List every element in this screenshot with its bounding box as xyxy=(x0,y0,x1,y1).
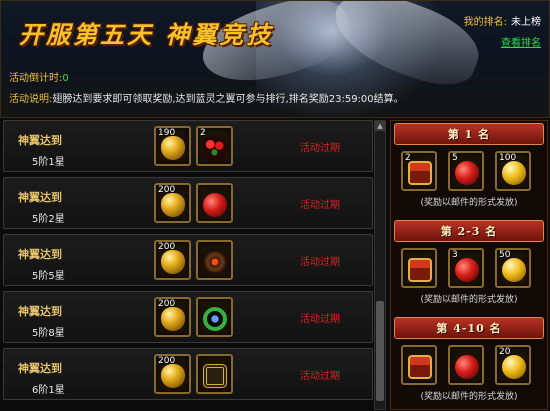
apple-icon xyxy=(455,355,479,379)
countdown-value: 0 xyxy=(62,73,69,84)
reward-slot[interactable]: 2 xyxy=(196,126,233,166)
my-rank-label: 我的排名: xyxy=(463,17,507,28)
item-count: 2 xyxy=(200,128,206,138)
reward-slot[interactable]: 2 xyxy=(401,151,437,191)
gold-egg-icon xyxy=(161,307,185,331)
reward-slot[interactable] xyxy=(196,183,233,223)
tier-title: 第 4-10 名 xyxy=(394,317,544,339)
reward-slot[interactable] xyxy=(448,345,484,385)
chest-icon xyxy=(408,355,432,379)
task-name: 神翼达到 xyxy=(18,248,62,261)
task-requirement: 5阶5星 xyxy=(32,271,65,282)
my-rank: 我的排名: 未上榜 查看排名 xyxy=(464,13,541,49)
amulet-icon xyxy=(203,250,227,274)
my-rank-value: 未上榜 xyxy=(511,17,541,28)
event-description: 活动说明:翅膀达到要求即可领取奖励,达到蓝灵之翼可参与排行,排名奖励23:59:… xyxy=(9,90,404,105)
description-text: 翅膀达到要求即可领取奖励,达到蓝灵之翼可参与排行,排名奖励23:59:00结算。 xyxy=(52,94,404,105)
task-name: 神翼达到 xyxy=(18,134,62,147)
task-name: 神翼达到 xyxy=(18,362,62,375)
item-count: 2 xyxy=(405,153,411,163)
chest-icon xyxy=(408,161,432,185)
task-status: 活动过期 xyxy=(300,143,340,154)
gold-ball-icon xyxy=(502,355,526,379)
reward-slot[interactable] xyxy=(401,248,437,288)
task-name: 神翼达到 xyxy=(18,191,62,204)
task-list[interactable]: 神翼达到 5阶1星 190 2 活动过期 神翼达到 5阶2星 200 活动过期 … xyxy=(3,120,373,410)
task-requirement: 5阶8星 xyxy=(32,328,65,339)
item-count: 5 xyxy=(452,153,458,163)
reward-slot[interactable] xyxy=(196,354,233,394)
reward-slot[interactable] xyxy=(401,345,437,385)
reward-slot[interactable]: 200 xyxy=(154,297,191,337)
reward-slot[interactable]: 200 xyxy=(154,240,191,280)
reward-slot[interactable]: 50 xyxy=(495,248,531,288)
item-count: 200 xyxy=(158,242,176,252)
item-count: 200 xyxy=(158,185,176,195)
reward-slot[interactable]: 5 xyxy=(448,151,484,191)
reward-slot[interactable]: 200 xyxy=(154,183,191,223)
countdown-label: 活动倒计时: xyxy=(9,73,63,84)
reward-note: (奖励以邮件的形式发放) xyxy=(420,295,518,305)
reward-slot[interactable] xyxy=(196,297,233,337)
reward-slot[interactable]: 200 xyxy=(154,354,191,394)
task-status: 活动过期 xyxy=(300,200,340,211)
reward-note: (奖励以邮件的形式发放) xyxy=(420,392,518,402)
gold-egg-icon xyxy=(161,364,185,388)
scrollbar-thumb[interactable] xyxy=(376,301,384,401)
gold-egg-icon xyxy=(161,250,185,274)
description-label: 活动说明: xyxy=(9,94,53,105)
item-count: 3 xyxy=(452,250,458,260)
task-row: 神翼达到 6阶1星 200 活动过期 xyxy=(3,348,373,400)
task-list-scrollbar[interactable]: ▲ xyxy=(374,120,386,410)
gold-ball-icon xyxy=(502,161,526,185)
banner-title: 开服第五天 神翼竞技 xyxy=(19,20,274,49)
tier-title: 第 2-3 名 xyxy=(394,220,544,242)
scroll-up-icon[interactable]: ▲ xyxy=(375,121,385,131)
task-requirement: 5阶2星 xyxy=(32,214,65,225)
gold-ball-icon xyxy=(502,258,526,282)
reward-tier: 第 1 名 2 5 100 (奖励以邮件的形式发放) xyxy=(391,123,547,218)
reward-slot[interactable]: 20 xyxy=(495,345,531,385)
event-banner: 开服第五天 神翼竞技 我的排名: 未上榜 查看排名 活动倒计时:0 活动说明:翅膀… xyxy=(0,0,550,118)
reward-slot[interactable]: 190 xyxy=(154,126,191,166)
reward-note: (奖励以邮件的形式发放) xyxy=(420,198,518,208)
item-count: 200 xyxy=(158,356,176,366)
apple-icon xyxy=(203,193,227,217)
reward-slot[interactable]: 100 xyxy=(495,151,531,191)
ranking-rewards-panel: 第 1 名 2 5 100 (奖励以邮件的形式发放) 第 2-3 名 3 50 … xyxy=(390,120,548,410)
item-count: 100 xyxy=(499,153,517,163)
item-count: 50 xyxy=(499,250,511,260)
task-status: 活动过期 xyxy=(300,314,340,325)
task-requirement: 5阶1星 xyxy=(32,157,65,168)
item-count: 200 xyxy=(158,299,176,309)
task-row: 神翼达到 5阶8星 200 活动过期 xyxy=(3,291,373,343)
gold-egg-icon xyxy=(161,193,185,217)
reward-tier: 第 2-3 名 3 50 (奖励以邮件的形式发放) xyxy=(391,220,547,315)
task-name: 神翼达到 xyxy=(18,305,62,318)
reward-slot[interactable] xyxy=(196,240,233,280)
view-ranking-link[interactable]: 查看排名 xyxy=(464,34,541,49)
ring-icon xyxy=(203,307,227,331)
task-row: 神翼达到 5阶1星 190 2 活动过期 xyxy=(3,120,373,172)
countdown: 活动倒计时:0 xyxy=(9,69,69,84)
chest-icon xyxy=(408,258,432,282)
task-row: 神翼达到 5阶2星 200 活动过期 xyxy=(3,177,373,229)
task-row: 神翼达到 5阶5星 200 活动过期 xyxy=(3,234,373,286)
task-status: 活动过期 xyxy=(300,371,340,382)
item-count: 190 xyxy=(158,128,176,138)
item-count: 20 xyxy=(499,347,511,357)
reward-slot[interactable]: 3 xyxy=(448,248,484,288)
task-requirement: 6阶1星 xyxy=(32,385,65,396)
task-status: 活动过期 xyxy=(300,257,340,268)
apple-icon xyxy=(455,161,479,185)
bracelet-icon xyxy=(203,364,227,388)
tier-title: 第 1 名 xyxy=(394,123,544,145)
apple-icon xyxy=(455,258,479,282)
reward-tier: 第 4-10 名 20 (奖励以邮件的形式发放) xyxy=(391,317,547,409)
gold-egg-icon xyxy=(161,136,185,160)
roses-icon xyxy=(203,136,227,160)
